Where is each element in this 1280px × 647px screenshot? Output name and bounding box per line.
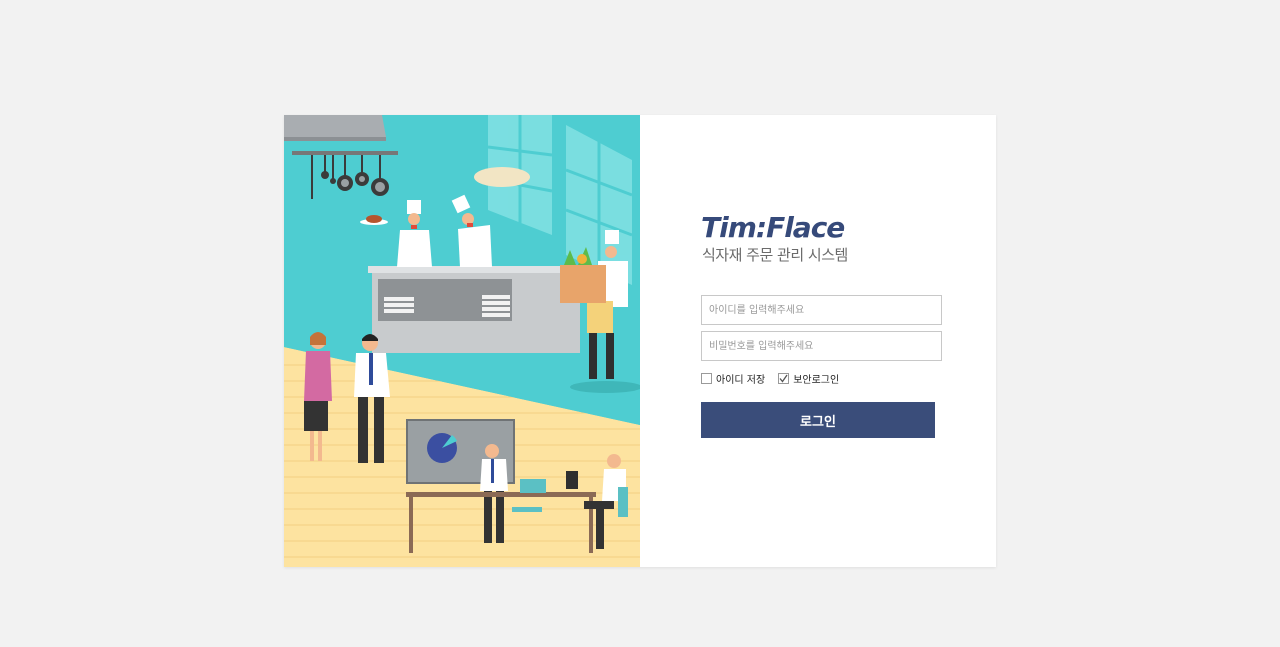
save-id-checkbox[interactable] — [701, 372, 712, 384]
secure-login-checkbox[interactable] — [778, 372, 790, 384]
login-panel: Tim:Flace 식자재 주문 관리 시스템 아이디 저장 보안로그인 로그인 — [640, 115, 996, 567]
brand-logo: Tim:Flace — [701, 211, 845, 244]
save-id-option[interactable]: 아이디 저장 — [701, 371, 765, 386]
password-input[interactable] — [701, 331, 942, 361]
user-id-input[interactable] — [701, 295, 942, 325]
login-options: 아이디 저장 보안로그인 — [701, 371, 839, 386]
save-id-label: 아이디 저장 — [716, 374, 766, 386]
checkmark-icon — [779, 374, 788, 383]
brand-subtitle: 식자재 주문 관리 시스템 — [702, 246, 848, 264]
login-button[interactable]: 로그인 — [701, 402, 935, 438]
hero-illustration — [284, 115, 640, 567]
secure-login-label: 보안로그인 — [793, 374, 840, 386]
secure-login-option[interactable]: 보안로그인 — [778, 371, 839, 386]
login-card: Tim:Flace 식자재 주문 관리 시스템 아이디 저장 보안로그인 로그인 — [284, 115, 996, 567]
